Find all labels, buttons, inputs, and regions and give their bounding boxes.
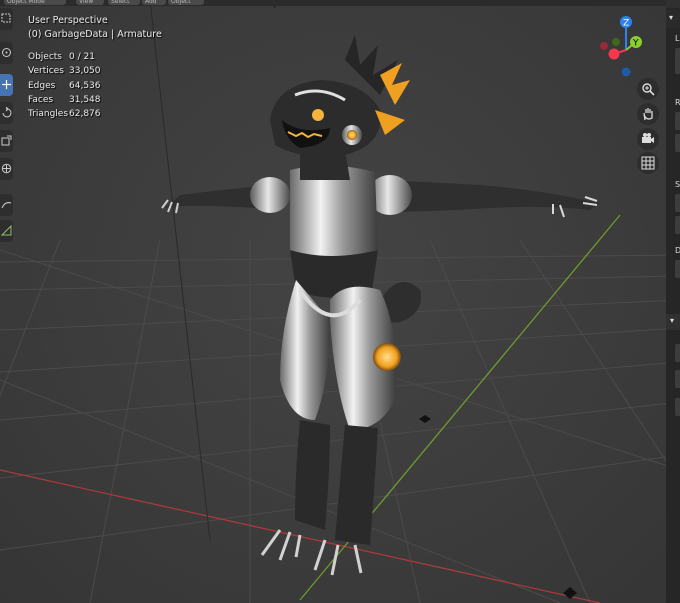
- y-axis-label: Y: [632, 39, 639, 49]
- navigation-gizmo[interactable]: Z Y: [592, 12, 664, 84]
- scene-statistics: Objects 0 / 21 Vertices 33,050 Edges 64,536…: [28, 50, 101, 121]
- menu-view[interactable]: View: [76, 0, 104, 5]
- panel-letter: D: [675, 246, 680, 255]
- cursor-icon[interactable]: [0, 42, 13, 64]
- stat-row: Triangles62,876: [28, 109, 101, 120]
- neg-z-handle[interactable]: [621, 67, 631, 77]
- panel-field[interactable]: [675, 398, 680, 416]
- neg-x-handle[interactable]: [600, 42, 608, 50]
- thigh-emblem: [373, 343, 401, 371]
- collection-info: (0) GarbageData | Armature: [28, 29, 162, 41]
- panel-letter: S: [675, 180, 680, 189]
- stat-row: Faces 31,548: [28, 94, 101, 105]
- transform-icon[interactable]: [0, 158, 13, 180]
- neg-y-handle[interactable]: [612, 38, 620, 46]
- select-box-icon[interactable]: [0, 8, 13, 30]
- panel-letter: R: [675, 98, 680, 107]
- rotate-icon[interactable]: [0, 102, 13, 124]
- grid-icon[interactable]: [637, 152, 659, 174]
- hand-icon[interactable]: [637, 103, 659, 125]
- panel-field[interactable]: [675, 216, 680, 234]
- sidebar-tab-strip[interactable]: [666, 0, 680, 8]
- stat-row: Vertices 33,050: [28, 66, 101, 77]
- panel-field[interactable]: [675, 112, 680, 130]
- character-model[interactable]: [0, 0, 680, 603]
- viewport-info: User Perspective (0) GarbageData | Armat…: [28, 14, 162, 43]
- sidebar-collapse[interactable]: ▾: [666, 10, 680, 28]
- panel-field[interactable]: [675, 48, 680, 74]
- viewport-header: Object Mode View Select Add Object: [0, 0, 668, 6]
- stat-row: Edges 64,536: [28, 80, 101, 91]
- view-name: User Perspective: [28, 15, 108, 26]
- panel-field[interactable]: [675, 370, 680, 388]
- camera-icon[interactable]: [637, 128, 659, 150]
- menu-select[interactable]: Select: [108, 0, 140, 5]
- panel-section-header[interactable]: ▾: [666, 314, 680, 330]
- panel-field[interactable]: [675, 260, 680, 278]
- 3d-viewport[interactable]: Object Mode View Select Add Object User …: [0, 0, 680, 603]
- menu-object[interactable]: Object: [168, 0, 204, 5]
- sidebar-panel: ▾ L R S D ▾: [666, 0, 680, 603]
- z-axis-label: Z: [623, 19, 629, 29]
- tool-shelf: [0, 8, 14, 242]
- panel-field[interactable]: [675, 344, 680, 362]
- stat-row: Objects 0 / 21: [28, 52, 95, 62]
- annotate-icon[interactable]: [0, 194, 13, 216]
- x-axis-handle[interactable]: [608, 48, 620, 60]
- panel-field[interactable]: [675, 134, 680, 152]
- zoom-icon[interactable]: [637, 78, 659, 100]
- menu-add[interactable]: Add: [142, 0, 166, 5]
- measure-icon[interactable]: [0, 220, 13, 242]
- move-icon[interactable]: [0, 74, 13, 96]
- mode-dropdown[interactable]: Object Mode: [4, 0, 66, 5]
- panel-letter: L: [675, 34, 680, 43]
- panel-field[interactable]: [675, 194, 680, 212]
- scale-icon[interactable]: [0, 130, 13, 152]
